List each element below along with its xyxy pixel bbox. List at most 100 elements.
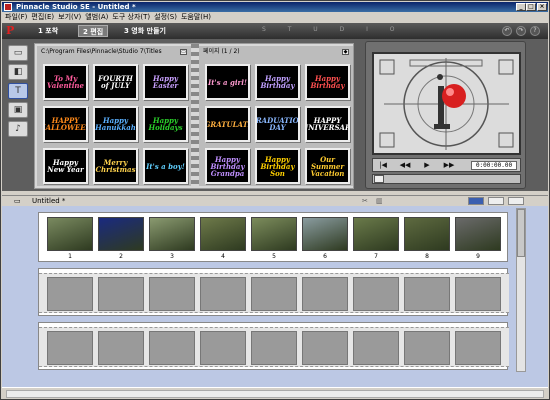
title-thumbnail[interactable]: Happy New Year xyxy=(43,148,88,184)
video-clip-thumbnail[interactable] xyxy=(302,217,348,251)
title-thumbnail[interactable]: Happy Birthday Son xyxy=(255,148,300,184)
empty-storyboard-cell[interactable] xyxy=(455,277,501,311)
test-pattern-image xyxy=(374,54,519,153)
fast-forward-button[interactable]: ▶▶ xyxy=(443,161,455,170)
title-thumbnail[interactable]: Happy Birthday xyxy=(255,64,300,100)
album-page-header: 페이지 (1 / 2) ◆ xyxy=(199,46,353,58)
album-path: C:\Program Files\Pinnacle\Studio 7\Title… xyxy=(41,48,162,55)
title-thumbnail[interactable]: Our Summer Vacation xyxy=(305,148,350,184)
pinnacle-logo-icon: P xyxy=(6,24,15,37)
clip-number: 9 xyxy=(476,253,480,260)
title-thumbnail[interactable]: CONGRATULATIONS xyxy=(205,106,250,142)
title-thumbnail[interactable]: HAPPY ANNIVERSARY! xyxy=(305,106,350,142)
project-folder-icon[interactable]: ▭ xyxy=(14,197,24,205)
empty-storyboard-cell[interactable] xyxy=(149,331,195,365)
menu-toolbox[interactable]: 도구 상자(T) xyxy=(112,12,154,23)
title-grid-left: To My Valentine FOURTH of JULY Happy Easte… xyxy=(37,58,191,184)
transitions-tab-icon[interactable]: ◧ xyxy=(8,64,28,80)
empty-storyboard-cell[interactable] xyxy=(251,331,297,365)
scrubber-bar[interactable] xyxy=(372,174,521,184)
video-clip-thumbnail[interactable] xyxy=(47,217,93,251)
undo-icon[interactable]: ↶ xyxy=(502,26,512,36)
video-clip-thumbnail[interactable] xyxy=(353,217,399,251)
empty-storyboard-cell[interactable] xyxy=(200,331,246,365)
timecode-field[interactable]: 0:00:00.00 xyxy=(471,161,517,170)
maximize-button[interactable]: □ xyxy=(526,3,536,11)
empty-storyboard-cell[interactable] xyxy=(98,277,144,311)
tab-capture[interactable]: 1 포착 xyxy=(34,25,62,37)
video-clip-thumbnail[interactable] xyxy=(149,217,195,251)
empty-storyboard-cell[interactable] xyxy=(302,331,348,365)
title-thumbnail[interactable]: To My Valentine xyxy=(43,64,88,100)
clip-number: 6 xyxy=(323,253,327,260)
empty-storyboard-cell[interactable] xyxy=(47,277,93,311)
scrubber-handle[interactable] xyxy=(374,175,384,183)
title-thumbnail[interactable]: GRADUATION DAY xyxy=(255,106,300,142)
empty-storyboard-cell[interactable] xyxy=(47,331,93,365)
album-page-right: 페이지 (1 / 2) ◆ It's a girl! Happy Birthday… xyxy=(199,46,353,186)
video-scenes-tab-icon[interactable]: ▭ xyxy=(8,45,28,61)
empty-storyboard-cell[interactable] xyxy=(455,331,501,365)
menu-bar: 파일(F) 편집(E) 보기(V) 앨범(A) 도구 상자(T) 설정(S) 도… xyxy=(2,12,548,23)
storyboard-scrollbar[interactable] xyxy=(516,208,526,372)
empty-storyboard-cell[interactable] xyxy=(353,277,399,311)
album-path-header: C:\Program Files\Pinnacle\Studio 7\Title… xyxy=(37,46,191,58)
title-thumbnail[interactable]: Happy Easter xyxy=(143,64,188,100)
video-clip-thumbnail[interactable] xyxy=(98,217,144,251)
titles-tab-icon[interactable]: T xyxy=(8,83,28,99)
empty-storyboard-cell[interactable] xyxy=(302,277,348,311)
close-button[interactable]: × xyxy=(537,3,547,11)
still-images-tab-icon[interactable]: ▣ xyxy=(8,102,28,118)
title-thumbnail[interactable]: Merry Christmas xyxy=(93,148,138,184)
redo-icon[interactable]: ↷ xyxy=(516,26,526,36)
horizontal-scrollbar[interactable] xyxy=(6,390,544,398)
minimize-button[interactable]: _ xyxy=(516,3,526,11)
preview-screen[interactable] xyxy=(372,52,521,155)
empty-cells-row-2 xyxy=(39,273,509,313)
storyboard-view-button[interactable] xyxy=(468,197,484,205)
tab-make-movie[interactable]: 3 영화 만들기 xyxy=(120,25,170,37)
video-clip-thumbnail[interactable] xyxy=(455,217,501,251)
app-icon[interactable] xyxy=(4,3,12,11)
scrollbar-thumb[interactable] xyxy=(517,209,525,257)
title-thumbnail[interactable]: HAPPY HALLOWEEN xyxy=(43,106,88,142)
menu-view[interactable]: 보기(V) xyxy=(58,12,85,23)
empty-storyboard-cell[interactable] xyxy=(404,277,450,311)
folder-icon[interactable]: ▭ xyxy=(180,49,187,55)
menu-help[interactable]: 도움말(H) xyxy=(181,12,215,23)
title-thumbnail[interactable]: It's a boy! xyxy=(143,148,188,184)
title-thumbnail[interactable]: Happy Holidays xyxy=(143,106,188,142)
split-clip-icon[interactable]: ✂ xyxy=(362,197,370,205)
timeline-view-button[interactable] xyxy=(488,197,504,205)
go-to-start-button[interactable]: |◀ xyxy=(377,161,389,170)
title-thumbnail[interactable]: It's a girl! xyxy=(205,64,250,100)
menu-settings[interactable]: 설정(S) xyxy=(154,12,181,23)
sound-effects-tab-icon[interactable]: ♪ xyxy=(8,121,28,137)
title-thumbnail[interactable]: Happy Birthday xyxy=(305,64,350,100)
album-spine xyxy=(191,44,199,188)
play-button[interactable]: ▶ xyxy=(421,161,433,170)
video-clip-thumbnail[interactable] xyxy=(404,217,450,251)
studio-wordmark: S T U D I O xyxy=(262,26,405,33)
next-page-icon[interactable]: ◆ xyxy=(342,49,349,55)
menu-album[interactable]: 앨범(A) xyxy=(85,12,112,23)
title-thumbnail[interactable]: FOURTH of JULY xyxy=(93,64,138,100)
empty-storyboard-cell[interactable] xyxy=(404,331,450,365)
text-view-button[interactable] xyxy=(508,197,524,205)
help-icon[interactable]: ? xyxy=(530,26,540,36)
rewind-button[interactable]: ◀◀ xyxy=(399,161,411,170)
empty-storyboard-cell[interactable] xyxy=(200,277,246,311)
empty-storyboard-cell[interactable] xyxy=(98,331,144,365)
title-thumbnail[interactable]: Happy Hanukkah xyxy=(93,106,138,142)
empty-storyboard-cell[interactable] xyxy=(353,331,399,365)
menu-file[interactable]: 파일(F) xyxy=(5,12,31,23)
video-clip-thumbnail[interactable] xyxy=(200,217,246,251)
video-clip-thumbnail[interactable] xyxy=(251,217,297,251)
tab-edit[interactable]: 2 편집 xyxy=(78,25,109,37)
storyboard-row-2 xyxy=(38,268,509,316)
empty-storyboard-cell[interactable] xyxy=(251,277,297,311)
menu-edit[interactable]: 편집(E) xyxy=(31,12,58,23)
title-thumbnail[interactable]: Happy Birthday Grandpa xyxy=(205,148,250,184)
empty-storyboard-cell[interactable] xyxy=(149,277,195,311)
trash-icon[interactable]: ▥ xyxy=(376,197,384,205)
